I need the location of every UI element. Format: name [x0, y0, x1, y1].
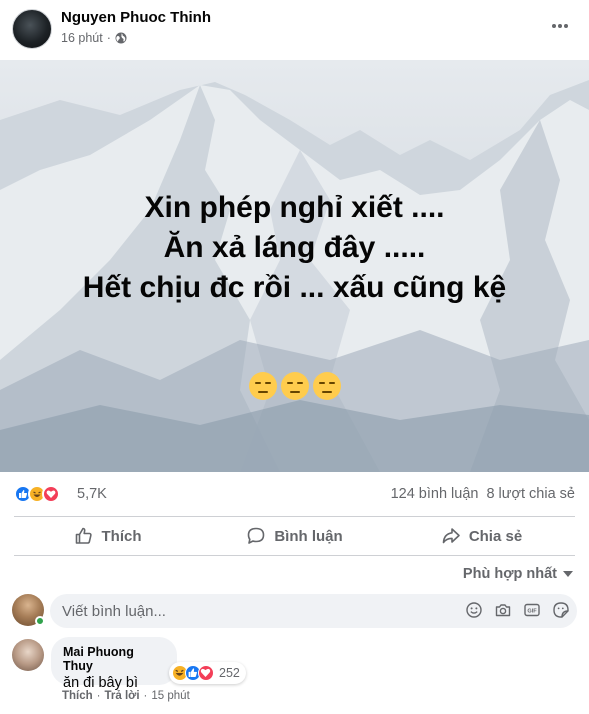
online-status-dot	[35, 616, 45, 626]
engagement-counts: 124 bình luận 8 lượt chia sẻ	[391, 486, 575, 502]
composer-icons: GIF	[466, 602, 569, 618]
author-name[interactable]: Nguyen Phuoc Thinh	[61, 9, 211, 26]
comment-composer[interactable]: GIF	[50, 594, 577, 628]
comment-reaction-count: 252	[219, 666, 240, 680]
comment-bubble: Mai Phuong Thuy ăn đi bây bì	[51, 637, 177, 691]
reaction-count[interactable]: 5,7K	[77, 486, 107, 502]
image-text-line-3: Hết chịu đc rồi ... xấu cũng kệ	[82, 271, 507, 304]
post-image-text: Xin phép nghỉ xiết .... Ăn xả láng đây .…	[0, 188, 589, 308]
love-reaction-icon	[198, 665, 214, 681]
globe-icon[interactable]	[115, 32, 127, 44]
comment-label: Bình luận	[274, 527, 343, 545]
sort-label: Phù hợp nhất	[462, 566, 557, 582]
smiley-icon[interactable]	[466, 602, 482, 618]
love-reaction-icon	[42, 485, 60, 503]
camera-icon[interactable]	[495, 602, 511, 618]
author-avatar[interactable]	[12, 9, 52, 49]
like-label: Thích	[101, 527, 142, 545]
post-image[interactable]: Xin phép nghỉ xiết .... Ăn xả láng đây .…	[0, 60, 589, 472]
post-actions: Thích Bình luận Chia sẻ	[14, 517, 575, 555]
more-options-button[interactable]	[547, 16, 573, 36]
share-button[interactable]: Chia sẻ	[388, 517, 575, 555]
expressionless-face-icon	[248, 372, 277, 400]
post-time[interactable]: 16 phút	[61, 31, 103, 45]
comment-input[interactable]	[62, 594, 442, 628]
share-count[interactable]: 8 lượt chia sẻ	[486, 486, 575, 502]
share-arrow-icon	[442, 528, 460, 544]
comment-button[interactable]: Bình luận	[201, 517, 388, 555]
comment-bubble-icon	[248, 527, 265, 544]
expressionless-face-icon	[280, 372, 309, 400]
svg-text:GIF: GIF	[527, 609, 537, 615]
comment-footer: Thích · Trả lời · 15 phút	[62, 690, 190, 702]
post-meta: 16 phút ·	[61, 31, 127, 45]
comment-count[interactable]: 124 bình luận	[391, 486, 479, 502]
thumbs-up-icon	[75, 527, 92, 544]
image-text-line-1: Xin phép nghỉ xiết ....	[144, 191, 445, 224]
comment-text: ăn đi bây bì	[63, 675, 138, 691]
comment-sort-dropdown[interactable]: Phù hợp nhất	[463, 566, 573, 582]
comment-reply-link[interactable]: Trả lời	[105, 690, 140, 702]
comment-like-link[interactable]: Thích	[62, 690, 93, 702]
post-header: Nguyen Phuoc Thinh 16 phút ·	[0, 0, 589, 60]
comment-author[interactable]: Mai Phuong Thuy	[63, 645, 165, 673]
expressionless-face-icon	[312, 372, 341, 400]
reaction-icons[interactable]	[14, 485, 60, 503]
image-text-line-2: Ăn xả láng đây .....	[163, 231, 426, 264]
emoji-row	[0, 371, 589, 401]
like-button[interactable]: Thích	[14, 517, 201, 555]
divider	[14, 555, 575, 556]
comment-reactions[interactable]: 252	[169, 662, 246, 684]
comment-time[interactable]: 15 phút	[151, 690, 189, 702]
reaction-stats: 5,7K 124 bình luận 8 lượt chia sẻ	[0, 472, 589, 516]
caret-down-icon	[563, 571, 573, 577]
gif-icon[interactable]: GIF	[524, 602, 540, 618]
commenter-avatar[interactable]	[12, 639, 44, 671]
more-dots-icon	[552, 24, 568, 28]
share-label: Chia sẻ	[468, 527, 523, 545]
sticker-icon[interactable]	[553, 602, 569, 618]
